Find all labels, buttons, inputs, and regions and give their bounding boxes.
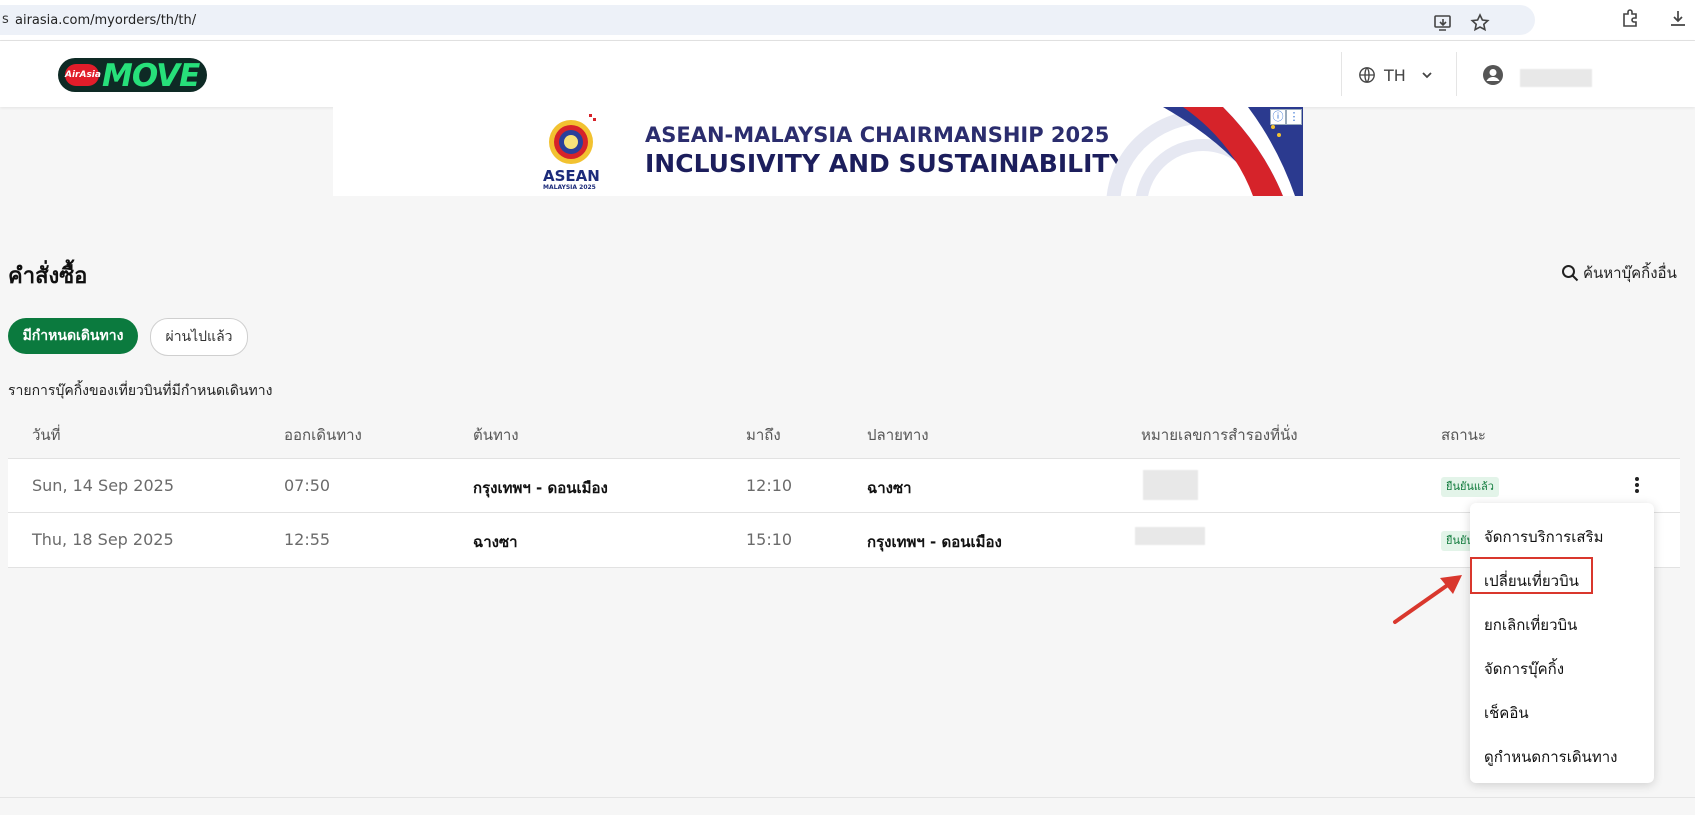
globe-icon [1359,67,1375,83]
menu-item-check-in[interactable]: เช็คอิน [1484,701,1529,725]
table-row-destination: กรุงเทพฯ - ดอนเมือง [867,533,1002,551]
browser-toolbar: s airasia.com/myorders/th/th/ [0,0,1695,41]
column-header-origin: ต้นทาง [473,426,519,444]
site-info-glyph[interactable]: s [2,12,9,27]
account-menu[interactable] [1482,63,1592,87]
emblem-sub-label: MALAYSIA 2025 [543,184,596,191]
table-row-arrival: 15:10 [746,530,793,549]
booking-number-redacted [1135,527,1205,545]
annotation-arrow-icon [1393,575,1462,624]
status-badge: ยืนยันแล้ว [1441,477,1499,497]
column-header-departure: ออกเดินทาง [284,426,362,444]
bookings-table [8,458,1680,568]
menu-item-manage-booking[interactable]: จัดการบุ๊คกิ้ง [1484,657,1564,681]
search-other-booking-label: ค้นหาบุ๊คกิ้งอื่น [1583,264,1677,282]
column-header-destination: ปลายทาง [867,426,929,444]
tab-past[interactable]: ผ่านไปแล้ว [150,318,248,356]
row-actions-menu: จัดการบริการเสริม เปลี่ยนเที่ยวบิน ยกเลิ… [1470,503,1654,783]
address-bar[interactable]: s airasia.com/myorders/th/th/ [0,5,1535,35]
column-header-arrival: มาถึง [746,426,781,444]
header-divider [1456,52,1457,96]
header-divider [1341,52,1342,96]
logo-move-text: MOVE [102,58,200,92]
menu-item-cancel-flight[interactable]: ยกเลิกเที่ยวบิน [1484,613,1577,637]
chevron-down-icon [1422,72,1432,79]
row-divider [8,512,1680,513]
install-app-icon[interactable] [1433,13,1453,33]
table-row-origin: ฉางซา [473,533,518,551]
bookmark-star-icon[interactable] [1470,13,1490,33]
search-other-booking-link[interactable]: ค้นหาบุ๊คกิ้งอื่น [1560,261,1677,285]
search-icon [1562,265,1579,282]
ad-info-icon[interactable]: ⓘ [1270,109,1286,125]
column-header-booking-number: หมายเลขการสำรองที่นั่ง [1141,426,1298,444]
table-row-date: Sun, 14 Sep 2025 [32,476,175,495]
tab-upcoming[interactable]: มีกำหนดเดินทาง [8,318,138,354]
user-avatar-icon [1483,65,1503,85]
table-row-origin: กรุงเทพฯ - ดอนเมือง [473,479,608,497]
column-header-status: สถานะ [1441,426,1486,444]
booking-number-redacted [1143,470,1198,500]
download-icon[interactable] [1668,8,1688,28]
ad-banner[interactable]: ASEAN MALAYSIA 2025 ASEAN-MALAYSIA CHAIR… [333,107,1303,196]
language-selector[interactable]: TH [1358,63,1442,87]
annotation-highlight-box [1470,557,1593,594]
page-title: คำสั่งซื้อ [8,264,88,289]
list-caption: รายการบุ๊คกิ้งของเที่ยวบินที่มีกำหนดเดิน… [8,383,273,399]
table-row-departure: 07:50 [284,476,331,495]
extensions-icon[interactable] [1620,8,1640,28]
language-label: TH [1384,65,1406,85]
airasia-move-logo[interactable]: AirAsia MOVE [58,58,207,92]
emblem-label: ASEAN [543,167,600,185]
more-options-icon[interactable] [1627,474,1647,496]
menu-item-view-itinerary[interactable]: ดูกำหนดการเดินทาง [1484,745,1617,769]
user-name-redacted [1520,69,1592,87]
table-row-departure: 12:55 [284,530,331,549]
banner-decorative-art [1106,107,1303,196]
table-row-arrival: 12:10 [746,476,793,495]
table-row-date: Thu, 18 Sep 2025 [32,530,174,549]
footer-divider [0,797,1695,798]
ad-options-icon[interactable]: ⋮ [1286,109,1302,125]
url-text[interactable]: airasia.com/myorders/th/th/ [15,13,196,28]
menu-item-manage-addons[interactable]: จัดการบริการเสริม [1484,525,1603,549]
table-row-destination: ฉางซา [867,479,912,497]
column-header-date: วันที่ [32,426,61,444]
logo-airasia-mark: AirAsia [65,64,101,86]
